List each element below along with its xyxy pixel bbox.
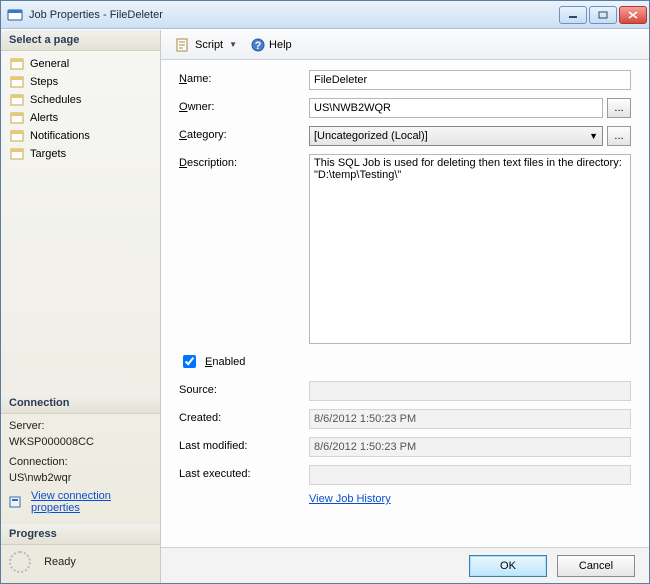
page-label: Notifications (30, 130, 90, 142)
maximize-button[interactable] (589, 6, 617, 24)
category-label: Category: (179, 126, 309, 141)
connection-properties-icon (9, 495, 25, 509)
name-label: Name: (179, 70, 309, 85)
page-steps[interactable]: Steps (5, 73, 156, 91)
category-browse-button[interactable]: ... (607, 126, 631, 146)
enabled-checkbox[interactable] (183, 355, 196, 368)
category-combo[interactable]: [Uncategorized (Local)] ▼ (309, 126, 603, 146)
chevron-down-icon: ▼ (229, 40, 237, 49)
page-icon (10, 111, 26, 125)
progress-status: Ready (44, 556, 76, 568)
chevron-down-icon: ▼ (589, 131, 598, 141)
page-icon (10, 129, 26, 143)
minimize-button[interactable] (559, 6, 587, 24)
server-value: WKSP000008CC (9, 436, 152, 448)
page-schedules[interactable]: Schedules (5, 91, 156, 109)
progress-body: Ready (1, 545, 160, 583)
page-icon (10, 75, 26, 89)
name-field[interactable] (309, 70, 631, 90)
page-icon (10, 93, 26, 107)
owner-browse-button[interactable]: ... (607, 98, 631, 118)
category-value: [Uncategorized (Local)] (314, 130, 428, 142)
description-field[interactable] (309, 154, 631, 344)
title-bar[interactable]: Job Properties - FileDeleter (1, 1, 649, 29)
view-job-history-link[interactable]: View Job History (309, 493, 391, 505)
last-modified-field (309, 437, 631, 457)
page-list: General Steps Schedules Alerts Notificat… (1, 51, 160, 167)
source-field (309, 381, 631, 401)
dialog-window: Job Properties - FileDeleter Select a pa… (0, 0, 650, 584)
help-icon: ? (251, 38, 265, 52)
owner-label: Owner: (179, 98, 309, 113)
progress-header: Progress (1, 524, 160, 545)
window-title: Job Properties - FileDeleter (29, 9, 559, 21)
close-button[interactable] (619, 6, 647, 24)
ok-button[interactable]: OK (469, 555, 547, 577)
created-field (309, 409, 631, 429)
last-modified-label: Last modified: (179, 437, 309, 452)
connection-body: Server: WKSP000008CC Connection: US\nwb2… (1, 414, 160, 524)
page-icon (10, 147, 26, 161)
page-notifications[interactable]: Notifications (5, 127, 156, 145)
help-button[interactable]: ? Help (247, 36, 296, 54)
right-panel: Script ▼ ? Help Name: Owner: ... (161, 30, 649, 583)
dialog-body: Select a page General Steps Schedules Al… (1, 29, 649, 583)
page-label: General (30, 58, 69, 70)
page-label: Alerts (30, 112, 58, 124)
page-targets[interactable]: Targets (5, 145, 156, 163)
last-executed-label: Last executed: (179, 465, 309, 480)
page-icon (10, 57, 26, 71)
page-alerts[interactable]: Alerts (5, 109, 156, 127)
dialog-footer: OK Cancel (161, 547, 649, 583)
page-label: Targets (30, 148, 66, 160)
connection-value: US\nwb2wqr (9, 472, 152, 484)
left-panel: Select a page General Steps Schedules Al… (1, 30, 161, 583)
help-label: Help (269, 39, 292, 51)
select-page-header: Select a page (1, 30, 160, 51)
script-label: Script (195, 39, 223, 51)
toolbar: Script ▼ ? Help (161, 30, 649, 60)
server-label: Server: (9, 420, 152, 432)
last-executed-field (309, 465, 631, 485)
cancel-button[interactable]: Cancel (557, 555, 635, 577)
form-area: Name: Owner: ... Category: [Uncategorize… (161, 60, 649, 547)
window-buttons (559, 6, 647, 24)
page-general[interactable]: General (5, 55, 156, 73)
connection-label: Connection: (9, 456, 152, 468)
progress-spinner-icon (9, 551, 31, 573)
script-button[interactable]: Script ▼ (171, 36, 241, 54)
connection-header: Connection (1, 393, 160, 414)
svg-text:?: ? (255, 40, 262, 52)
created-label: Created: (179, 409, 309, 424)
app-icon (7, 7, 23, 23)
page-label: Schedules (30, 94, 81, 106)
page-label: Steps (30, 76, 58, 88)
view-connection-properties-link[interactable]: View connection properties (31, 490, 152, 514)
owner-field[interactable] (309, 98, 603, 118)
description-label: Description: (179, 154, 309, 169)
script-icon (175, 38, 191, 52)
ellipsis-label: ... (614, 102, 623, 114)
enabled-label: Enabled (205, 356, 245, 368)
source-label: Source: (179, 381, 309, 396)
ellipsis-label: ... (614, 130, 623, 142)
